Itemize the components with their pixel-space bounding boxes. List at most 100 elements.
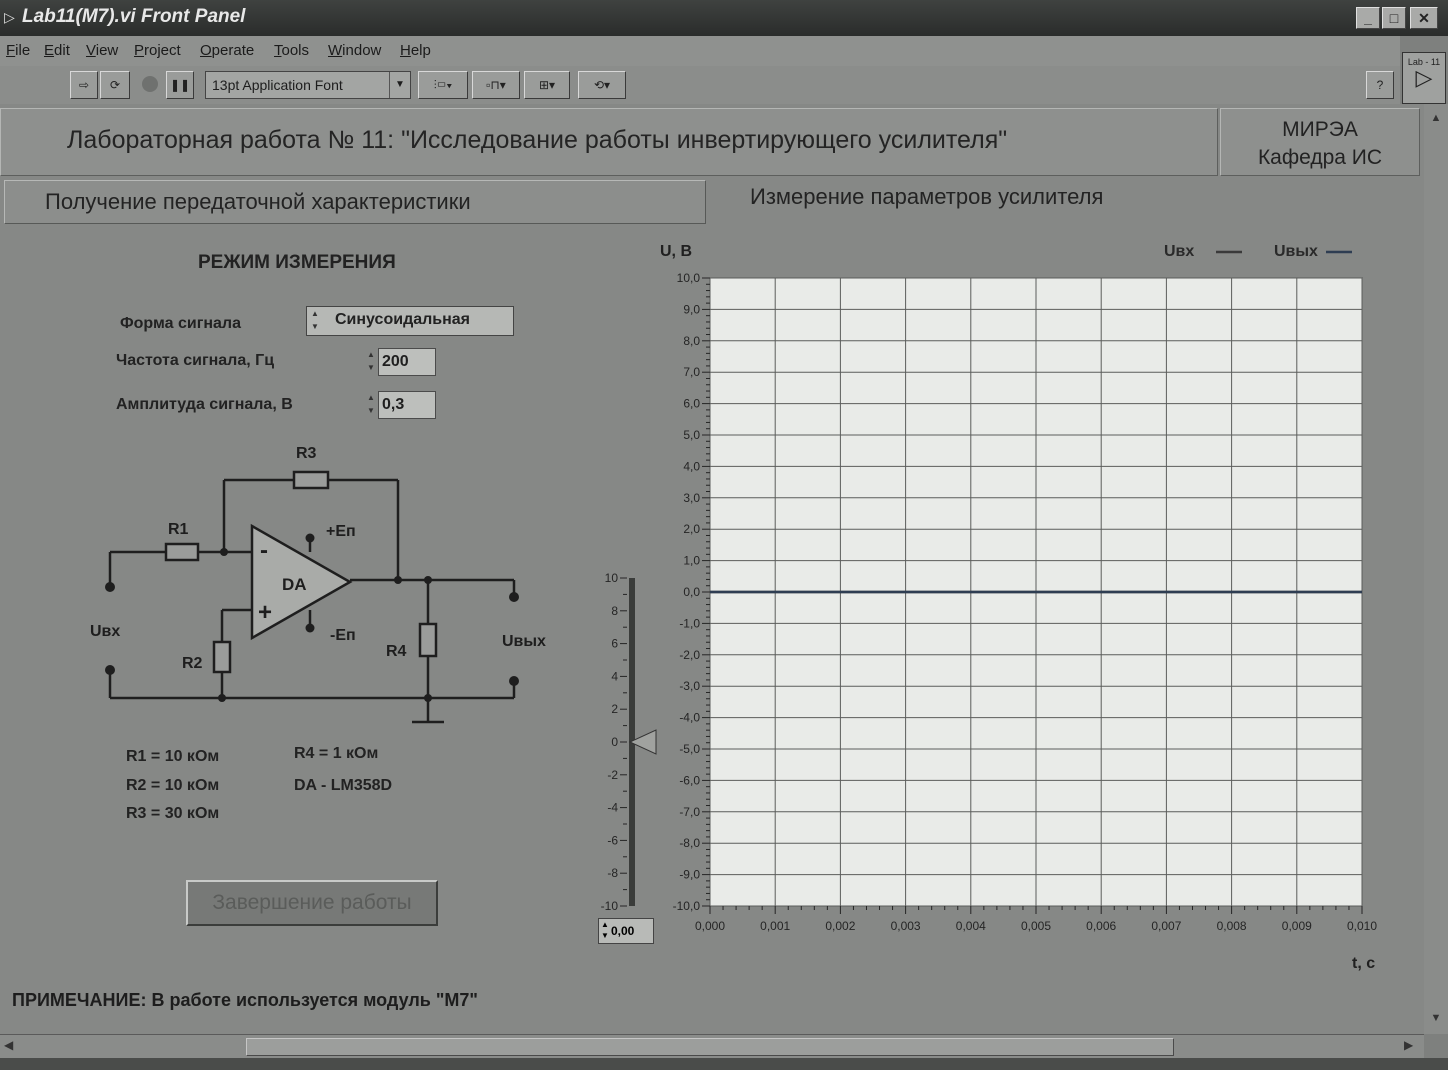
scroll-right-icon[interactable]: ▶: [1404, 1038, 1413, 1052]
r2-label: R2: [182, 655, 203, 672]
font-selector-value: 13pt Application Font: [212, 77, 343, 93]
ring-spinner-icon[interactable]: ▲ ▼: [308, 307, 322, 335]
r4-resistor: [418, 622, 438, 658]
amplitude-spinner-icon[interactable]: ▲ ▼: [364, 391, 378, 419]
r1-label: R1: [168, 521, 189, 538]
menu-project[interactable]: Project: [134, 42, 181, 59]
menu-tools[interactable]: Tools: [274, 42, 309, 59]
y-tick-label: -1,0: [679, 616, 700, 630]
tab-amplifier-parameters[interactable]: Измерение параметров усилителя: [712, 180, 1420, 224]
y-tick-label: 1,0: [683, 554, 700, 568]
signal-form-label: Форма сигнала: [120, 315, 241, 332]
x-tick-label: 0,007: [1151, 919, 1181, 933]
slider-tick-label: 2: [611, 702, 618, 716]
slider-ticks: 10 8 6 4 2 0 -2 -4 -6 -8 -10: [601, 571, 627, 913]
menu-operate[interactable]: Operate: [200, 42, 254, 59]
org-name: МИРЭА: [1282, 118, 1358, 141]
vertical-scrollbar[interactable]: ▲ ▼: [1424, 104, 1448, 1034]
x-axis-ticks: 0,000 0,001 0,002 0,003 0,004 0,005 0,006 0,007…: [695, 906, 1377, 933]
y-tick-label: 3,0: [683, 491, 700, 505]
opamp-label: DA: [282, 575, 307, 594]
chevron-down-icon: ▼: [389, 72, 410, 98]
x-tick-label: 0,009: [1282, 919, 1312, 933]
scroll-left-icon[interactable]: ◀: [4, 1038, 13, 1052]
frequency-spinner-icon[interactable]: ▲ ▼: [364, 348, 378, 376]
distribute-objects-icon[interactable]: ▫⊓▾: [472, 71, 520, 99]
x-axis-label: t, c: [1352, 955, 1375, 972]
y-tick-label: -7,0: [679, 805, 700, 819]
amplitude-label: Амплитуда сигнала, В: [116, 396, 293, 413]
tab-amplifier-parameters-label: Измерение параметров усилителя: [750, 184, 1104, 209]
run-arrow-icon[interactable]: ⇨: [70, 71, 98, 99]
signal-form-select[interactable]: ▲ ▼ Синусоидальная: [306, 306, 514, 336]
align-objects-icon[interactable]: ⫶▭▾: [418, 71, 468, 99]
department-name: Кафедра ИС: [1257, 146, 1383, 169]
frequency-label: Частота сигнала, Гц: [116, 352, 275, 369]
scroll-down-icon[interactable]: ▼: [1427, 1012, 1445, 1028]
slider-tick-label: -2: [607, 768, 618, 782]
menu-help[interactable]: Help: [400, 42, 431, 59]
menu-view[interactable]: View: [86, 42, 118, 59]
x-tick-label: 0,006: [1086, 919, 1116, 933]
x-tick-label: 0,001: [760, 919, 790, 933]
resize-objects-icon[interactable]: ⊞▾: [524, 71, 570, 99]
r3-resistor: [292, 470, 330, 490]
x-tick-label: 0,004: [956, 919, 986, 933]
r4-value: R4 = 1 кОм: [294, 745, 379, 762]
y-tick-label: 6,0: [683, 397, 700, 411]
slider-tick-label: 10: [605, 571, 619, 585]
help-icon[interactable]: ?: [1366, 71, 1394, 99]
menu-edit[interactable]: Edit: [44, 42, 70, 59]
tab-transfer-characteristic[interactable]: Получение передаточной характеристики: [4, 180, 706, 224]
slider-spinner-icon[interactable]: ▲ ▼: [599, 919, 611, 941]
pause-icon[interactable]: ❚❚: [166, 71, 194, 99]
y-tick-label: 10,0: [677, 271, 701, 285]
close-button[interactable]: ✕: [1410, 7, 1438, 29]
maximize-button[interactable]: □: [1382, 7, 1406, 29]
legend-label: Uвых: [1274, 243, 1318, 260]
input-voltage-label: Uвх: [90, 623, 120, 640]
toolbar: ⇨ ⟳ ❚❚ 13pt Application Font ▼ ⫶▭▾ ▫⊓▾ ⊞…: [0, 66, 1400, 106]
scroll-up-icon[interactable]: ▲: [1427, 112, 1445, 128]
vi-icon: Lab - 11 ▷: [1402, 52, 1446, 104]
labview-arrow-icon: ▷: [4, 9, 15, 25]
screen-edge: [0, 1058, 1448, 1070]
slider-tick-label: -10: [601, 899, 619, 913]
y-tick-label: -8,0: [679, 836, 700, 850]
header-box: Лабораторная работа № 11: "Исследование …: [0, 108, 1218, 176]
r1-resistor: [164, 542, 200, 562]
page-title: Лабораторная работа № 11: "Исследование …: [67, 126, 1008, 154]
title-bar: ▷ Lab11(M7).vi Front Panel _ □ ✕: [0, 0, 1448, 36]
output-voltage-label: Uвых: [502, 633, 546, 650]
x-tick-label: 0,000: [695, 919, 725, 933]
run-continuously-icon[interactable]: ⟳: [100, 71, 130, 99]
org-box: МИРЭА Кафедра ИС: [1220, 108, 1420, 176]
menu-file[interactable]: File: [6, 42, 30, 59]
y-tick-label: -5,0: [679, 742, 700, 756]
font-selector[interactable]: 13pt Application Font ▼: [205, 71, 411, 99]
x-tick-label: 0,003: [891, 919, 921, 933]
chart-legend: Uвх Uвых: [1164, 243, 1352, 260]
noninverting-sign: +: [258, 599, 272, 626]
reorder-icon[interactable]: ⟲▾: [578, 71, 626, 99]
note-text: ПРИМЕЧАНИЕ: В работе используется модуль…: [12, 990, 478, 1010]
minus-supply-label: -Eп: [330, 627, 356, 644]
y-tick-label: 4,0: [683, 459, 700, 473]
mode-title: РЕЖИМ ИЗМЕРЕНИЯ: [198, 252, 396, 273]
finish-button[interactable]: Завершение работы: [186, 880, 438, 926]
abort-icon[interactable]: [136, 71, 164, 99]
signal-form-value: Синусоидальная: [335, 311, 471, 328]
minimize-button[interactable]: _: [1356, 7, 1380, 29]
r1-value: R1 = 10 кОм: [126, 748, 220, 765]
y-tick-label: 8,0: [683, 334, 700, 348]
x-tick-label: 0,008: [1217, 919, 1247, 933]
window-title: Lab11(M7).vi Front Panel: [22, 6, 246, 27]
plus-supply-label: +Eп: [326, 523, 356, 540]
amplitude-input[interactable]: 0,3: [378, 391, 436, 419]
frequency-input[interactable]: 200: [378, 348, 436, 376]
menu-window[interactable]: Window: [328, 42, 381, 59]
horizontal-scroll-thumb[interactable]: [246, 1038, 1174, 1056]
y-axis-label: U, В: [660, 243, 692, 260]
r3-label: R3: [296, 445, 317, 462]
y-tick-label: 2,0: [683, 522, 700, 536]
